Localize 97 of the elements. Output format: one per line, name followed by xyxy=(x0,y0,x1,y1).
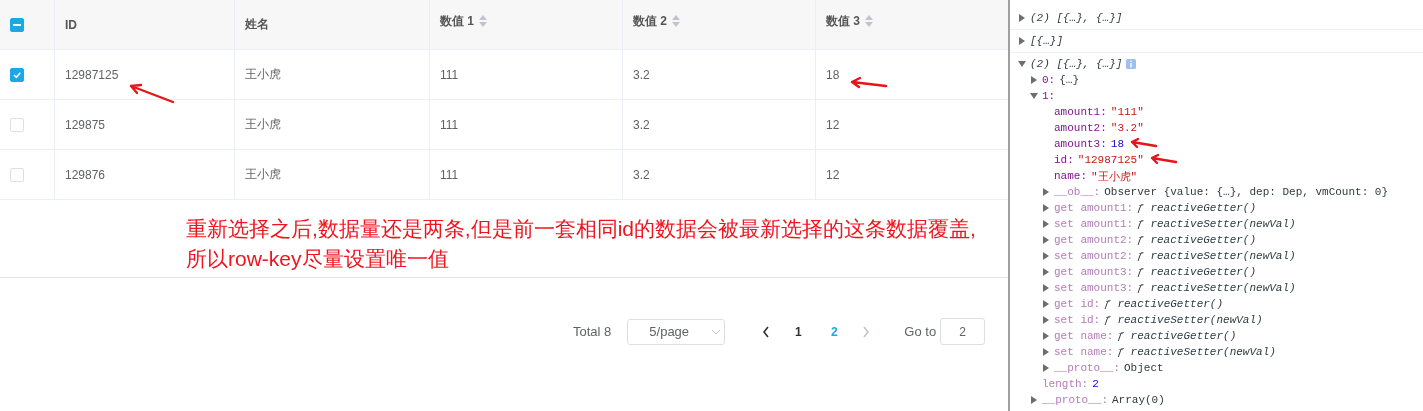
property-value: [{…}] xyxy=(1030,35,1063,47)
annotation-text: 重新选择之后,数据量还是两条,但是前一套相同id的数据会被最新选择的这条数据覆盖, xyxy=(186,216,977,242)
row-checkbox[interactable] xyxy=(10,67,24,82)
collapsed-triangle-icon[interactable] xyxy=(1042,268,1050,276)
property-value: ƒ reactiveSetter(newVal) xyxy=(1137,250,1296,262)
expanded-triangle-icon[interactable] xyxy=(1030,92,1038,100)
collapsed-triangle-icon[interactable] xyxy=(1030,76,1038,84)
property-value: ƒ reactiveSetter(newVal) xyxy=(1104,314,1263,326)
table-cell: 3.2 xyxy=(633,167,650,182)
property-key: get amount2: xyxy=(1054,234,1134,246)
property-key: get amount3: xyxy=(1054,266,1134,278)
property-value: Observer {value: {…}, dep: Dep, vmCount: 0} xyxy=(1104,186,1389,198)
collapsed-triangle-icon[interactable] xyxy=(1042,316,1050,324)
sort-icon xyxy=(478,14,488,28)
table-cell: 111 xyxy=(440,117,459,132)
table-cell: 111 xyxy=(440,67,459,82)
annotation-text: 所以row-key尽量设置唯一值 xyxy=(186,246,450,272)
table-cell: 王小虎 xyxy=(245,116,281,133)
column-header[interactable]: 数值 3 xyxy=(826,13,874,30)
collapsed-triangle-icon[interactable] xyxy=(1042,204,1050,212)
property-key: __proto__: xyxy=(1042,394,1108,406)
property-key: __ob__: xyxy=(1054,186,1101,198)
property-key: set name: xyxy=(1054,346,1114,358)
property-key: get amount1: xyxy=(1054,202,1134,214)
property-key: 1: xyxy=(1042,90,1056,102)
collapsed-triangle-icon[interactable] xyxy=(1042,364,1050,372)
collapsed-triangle-icon[interactable] xyxy=(1042,332,1050,340)
total-count: Total 8 xyxy=(573,324,612,339)
property-value: ƒ reactiveGetter() xyxy=(1104,298,1224,310)
property-key: set amount2: xyxy=(1054,250,1134,262)
property-key: set id: xyxy=(1054,314,1101,326)
collapsed-triangle-icon[interactable] xyxy=(1042,188,1050,196)
sort-icon xyxy=(671,14,681,28)
property-key: get id: xyxy=(1054,298,1101,310)
collapsed-triangle-icon[interactable] xyxy=(1042,236,1050,244)
collapsed-triangle-icon[interactable] xyxy=(1042,348,1050,356)
property-key: length: xyxy=(1042,378,1089,390)
check-icon xyxy=(12,69,22,80)
collapsed-triangle-icon[interactable] xyxy=(1042,220,1050,228)
table-cell: 12987125 xyxy=(65,67,119,82)
column-header: 姓名 xyxy=(245,16,269,33)
table-cell: 12 xyxy=(826,167,840,182)
property-value: Object xyxy=(1124,362,1164,374)
table-cell: 12 xyxy=(826,117,840,132)
table-cell: 129875 xyxy=(65,117,106,132)
expanded-triangle-icon[interactable] xyxy=(1018,60,1026,68)
property-value: ƒ reactiveGetter() xyxy=(1137,266,1257,278)
collapsed-triangle-icon[interactable] xyxy=(1042,300,1050,308)
table-cell: 111 xyxy=(440,167,459,182)
table-cell: 王小虎 xyxy=(245,166,281,183)
property-key: amount2: xyxy=(1054,122,1107,134)
goto-label: Go to xyxy=(904,324,937,339)
property-value: ƒ reactiveSetter(newVal) xyxy=(1117,346,1276,358)
page-size-select[interactable]: 5/page xyxy=(627,318,726,345)
page-number[interactable]: 1 xyxy=(780,324,817,339)
chevron-down-icon xyxy=(711,328,722,335)
column-header[interactable]: 数值 2 xyxy=(633,13,681,30)
table-cell: 王小虎 xyxy=(245,66,281,83)
column-header: ID xyxy=(65,17,77,32)
table-cell: 129876 xyxy=(65,167,106,182)
property-value: (2) [{…}, {…}] xyxy=(1030,58,1123,70)
property-key: amount3: xyxy=(1054,138,1107,150)
property-value: ƒ reactiveGetter() xyxy=(1117,330,1237,342)
select-all-checkbox[interactable] xyxy=(10,17,24,32)
column-header[interactable]: 数值 1 xyxy=(440,13,488,30)
property-key: 0: xyxy=(1042,74,1056,86)
property-key: amount1: xyxy=(1054,106,1107,118)
property-value: ƒ reactiveGetter() xyxy=(1137,234,1257,246)
property-key: set amount1: xyxy=(1054,218,1134,230)
property-value: ƒ reactiveGetter() xyxy=(1137,202,1257,214)
collapsed-triangle-icon[interactable] xyxy=(1042,284,1050,292)
property-value: "王小虎" xyxy=(1091,169,1138,184)
property-key: get name: xyxy=(1054,330,1114,342)
collapsed-triangle-icon[interactable] xyxy=(1018,37,1026,45)
property-value: 18 xyxy=(1110,138,1124,150)
property-key: id: xyxy=(1054,154,1074,166)
collapsed-triangle-icon[interactable] xyxy=(1042,252,1050,260)
table-cell: 3.2 xyxy=(633,67,650,82)
collapsed-triangle-icon[interactable] xyxy=(1018,14,1026,22)
property-value: ƒ reactiveSetter(newVal) xyxy=(1137,218,1296,230)
property-key: __proto__: xyxy=(1054,362,1120,374)
sort-icon xyxy=(864,14,874,28)
property-key: name: xyxy=(1054,170,1087,182)
property-value: "12987125" xyxy=(1077,154,1144,166)
table-cell: 18 xyxy=(826,67,840,82)
property-value: {…} xyxy=(1059,74,1079,86)
property-value: "111" xyxy=(1110,106,1144,118)
collapsed-triangle-icon[interactable] xyxy=(1030,396,1038,404)
property-value: (2) [{…}, {…}] xyxy=(1030,12,1123,24)
previous-page-icon[interactable] xyxy=(762,325,771,338)
goto-page-field[interactable]: 2 xyxy=(940,318,986,345)
property-value: 2 xyxy=(1092,378,1099,390)
table-cell: 3.2 xyxy=(633,117,650,132)
property-key: set amount3: xyxy=(1054,282,1134,294)
property-value: ƒ reactiveSetter(newVal) xyxy=(1137,282,1296,294)
property-value: "3.2" xyxy=(1110,122,1144,134)
property-value: Array(0) xyxy=(1112,394,1165,406)
